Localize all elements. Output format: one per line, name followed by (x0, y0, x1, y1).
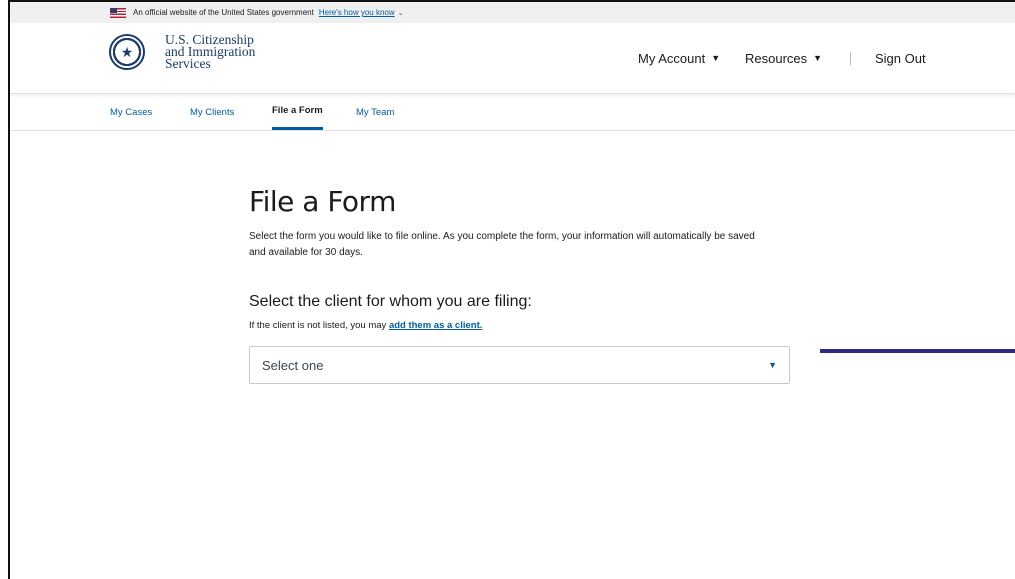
heres-how-you-know-link[interactable]: Here's how you know (319, 8, 395, 17)
client-hint: If the client is not listed, you may add… (249, 320, 482, 331)
intro-text: Select the form you would like to file o… (249, 231, 755, 258)
page-title: File a Form (249, 185, 396, 218)
agency-name-line3: Services (165, 56, 211, 71)
add-client-link[interactable]: add them as a client. (389, 320, 482, 331)
resources-label: Resources (745, 50, 808, 66)
tab-file-a-form[interactable]: File a Form (272, 94, 323, 130)
agency-name[interactable]: U.S. Citizenship and Immigration Service… (165, 33, 255, 71)
client-select[interactable]: Select one ▼ (249, 346, 790, 384)
gov-banner: An official website of the United States… (10, 2, 1015, 23)
sign-out-link[interactable]: Sign Out (875, 23, 926, 93)
dropdown-arrow-icon: ▼ (768, 360, 777, 370)
tab-my-cases[interactable]: My Cases (110, 94, 152, 130)
resources-menu[interactable]: Resources ▼ (745, 23, 822, 93)
gov-banner-text: An official website of the United States… (133, 8, 314, 17)
us-flag-icon (110, 7, 126, 18)
tab-my-team[interactable]: My Team (356, 94, 394, 130)
caret-down-icon: ▼ (711, 53, 721, 63)
dhs-seal-logo[interactable]: ★ (109, 34, 145, 70)
site-header: ★ U.S. Citizenship and Immigration Servi… (10, 23, 1015, 94)
caret-down-icon: ▼ (813, 53, 823, 63)
my-account-menu[interactable]: My Account ▼ (638, 23, 720, 93)
annotation-line (820, 349, 1015, 353)
client-hint-text: If the client is not listed, you may (249, 320, 389, 331)
client-heading: Select the client for whom you are filin… (249, 293, 532, 310)
chevron-down-icon[interactable]: ⌄ (398, 9, 404, 17)
browser-frame: An official website of the United States… (8, 0, 1015, 579)
nav-divider (850, 52, 851, 65)
sign-out-label: Sign Out (875, 50, 926, 66)
secondary-nav: My Cases My Clients File a Form My Team (10, 94, 1015, 131)
my-account-label: My Account (638, 50, 706, 66)
client-select-value: Select one (262, 357, 324, 373)
tab-my-clients[interactable]: My Clients (190, 94, 234, 130)
